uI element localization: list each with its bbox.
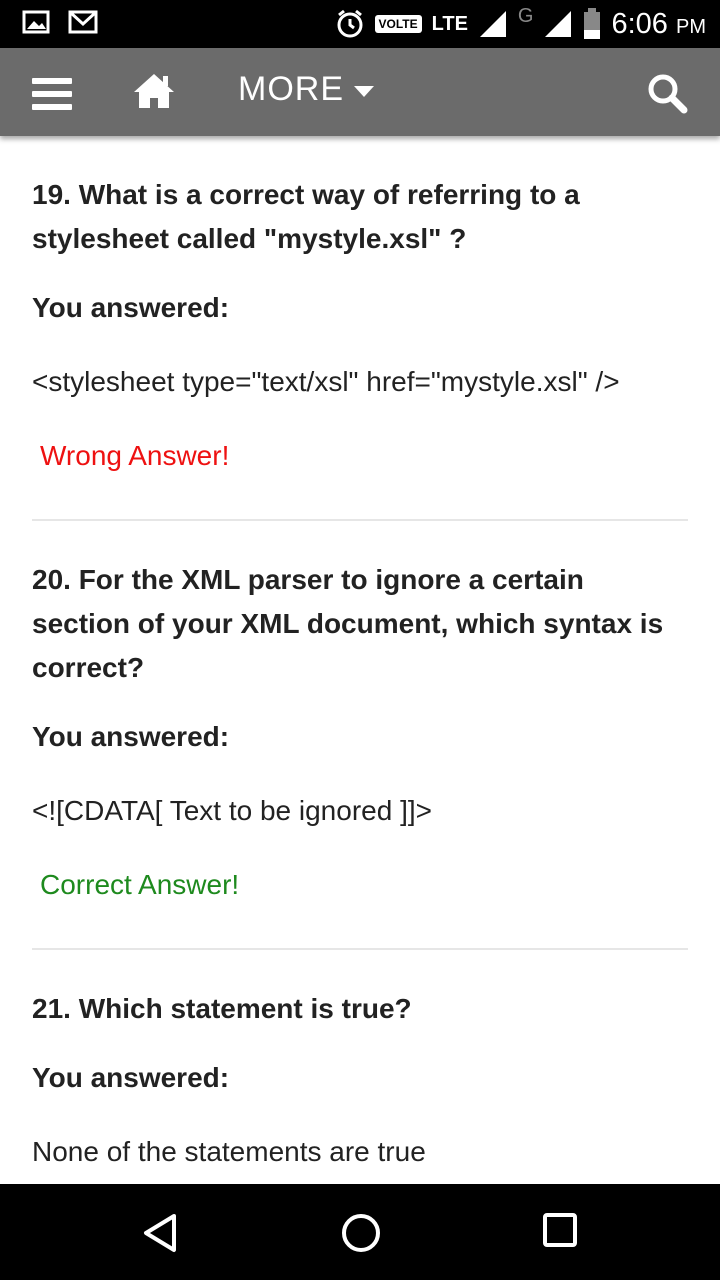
question-title: 21. Which statement is true? [32,993,412,1024]
clock: 6:06 PM [611,8,706,41]
gmail-icon [68,10,98,34]
question-block: 20. For the XML parser to ignore a certa… [32,521,688,950]
result-correct: Correct Answer! [40,869,240,900]
question-title: 20. For the XML parser to ignore a certa… [32,564,664,683]
question-block: 19. What is a correct way of referring t… [32,136,688,521]
back-icon[interactable] [140,1212,180,1254]
battery-icon [584,8,601,39]
more-label: MORE [238,70,344,108]
status-bar: VOLTE LTE G 6:06 PM [0,0,720,48]
you-answered-label: You answered: [32,1062,230,1093]
caret-down-icon [354,86,374,97]
signal-icon [479,11,506,37]
network-g-label: G [517,4,534,27]
question-block: 21. Which statement is true? You answere… [32,950,688,1169]
home-icon[interactable] [132,72,176,110]
time-value: 6:06 [611,7,668,40]
status-icons: VOLTE LTE G 6:06 PM [335,4,706,44]
notification-icons [22,10,98,34]
menu-icon[interactable] [32,78,72,110]
recents-icon[interactable] [542,1212,580,1250]
you-answered-label: You answered: [32,292,230,323]
user-answer: <![CDATA[ Text to be ignored ]]> [32,795,432,826]
signal-icon [545,11,572,37]
navigation-bar [0,1184,720,1280]
home-circle-icon[interactable] [340,1212,382,1254]
user-answer: None of the statements are true [32,1136,426,1167]
you-answered-label: You answered: [32,721,230,752]
alarm-icon [337,9,362,38]
search-icon[interactable] [646,72,688,114]
app-bar: MORE [0,48,720,136]
more-menu[interactable]: MORE [238,70,374,109]
user-answer: <stylesheet type="text/xsl" href="mystyl… [32,366,620,397]
gallery-icon [22,10,50,34]
time-ampm: PM [676,15,706,38]
result-wrong: Wrong Answer! [40,440,230,471]
question-title: 19. What is a correct way of referring t… [32,179,580,254]
quiz-results: 19. What is a correct way of referring t… [32,136,688,1184]
volte-badge: VOLTE [374,15,422,33]
lte-label: LTE [431,13,468,35]
